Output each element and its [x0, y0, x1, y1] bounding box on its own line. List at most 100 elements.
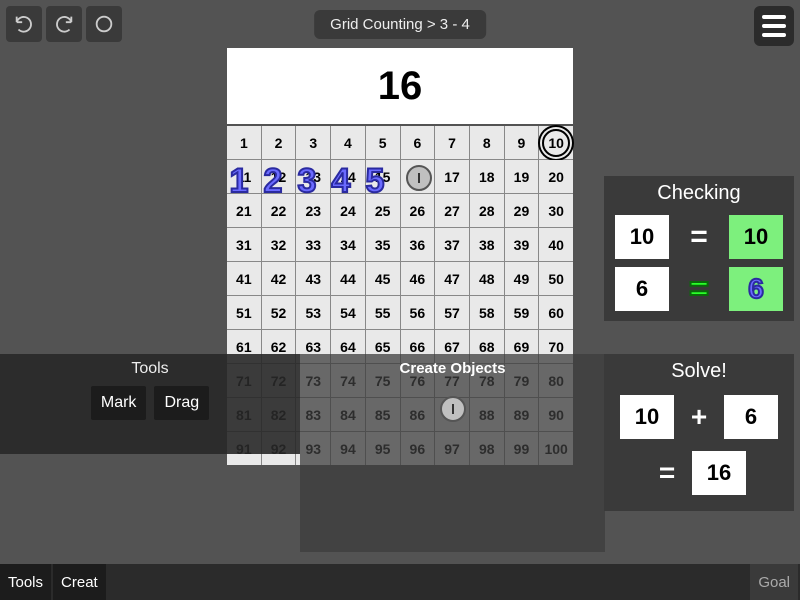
- menu-button[interactable]: [754, 6, 794, 46]
- grid-cell[interactable]: 3: [296, 126, 330, 159]
- grid-cell[interactable]: 46: [401, 262, 435, 295]
- target-number: 16: [227, 48, 573, 124]
- grid-cell[interactable]: 39: [505, 228, 539, 261]
- tools-panel: Tools MarkDrag: [0, 354, 300, 454]
- solve-panel: Solve! 10 + 6 = 16: [604, 354, 794, 511]
- grid-cell[interactable]: 47: [435, 262, 469, 295]
- grid-cell[interactable]: 57: [435, 296, 469, 329]
- grid-cell[interactable]: 36: [401, 228, 435, 261]
- stage: 16 1234567891011121314151617181920212223…: [0, 48, 800, 552]
- undo-icon: [13, 13, 35, 35]
- check-left-value[interactable]: 6: [615, 267, 669, 311]
- grid-cell[interactable]: 10: [539, 126, 573, 159]
- solve-title: Solve!: [604, 354, 794, 389]
- checking-row: 10 = 10: [604, 211, 794, 263]
- tab-tools[interactable]: Tools: [0, 564, 53, 600]
- hamburger-icon: [762, 15, 786, 19]
- grid-cell[interactable]: 1: [227, 126, 261, 159]
- grid-cell[interactable]: 28: [470, 194, 504, 227]
- create-token[interactable]: [440, 396, 466, 422]
- grid-cell[interactable]: 22: [262, 194, 296, 227]
- grid-cell[interactable]: 6: [401, 126, 435, 159]
- tab-goal[interactable]: Goal: [750, 564, 800, 600]
- grid-cell[interactable]: 15: [366, 160, 400, 193]
- grid-cell[interactable]: 27: [435, 194, 469, 227]
- grid-cell[interactable]: 54: [331, 296, 365, 329]
- grid-cell[interactable]: 31: [227, 228, 261, 261]
- grid-cell[interactable]: 11: [227, 160, 261, 193]
- redo-button[interactable]: [46, 6, 82, 42]
- create-objects-title: Create Objects: [300, 360, 605, 377]
- grid-cell[interactable]: 38: [470, 228, 504, 261]
- grid-cell[interactable]: 7: [435, 126, 469, 159]
- grid-cell[interactable]: 14: [331, 160, 365, 193]
- topbar: Grid Counting > 3 - 4: [0, 0, 800, 48]
- checking-title: Checking: [604, 176, 794, 211]
- grid-cell[interactable]: 13: [296, 160, 330, 193]
- grid-cell[interactable]: 4: [331, 126, 365, 159]
- solve-operand-b[interactable]: 6: [724, 395, 778, 439]
- grid-cell[interactable]: 19: [505, 160, 539, 193]
- grid-cell[interactable]: 32: [262, 228, 296, 261]
- reset-button[interactable]: [86, 6, 122, 42]
- redo-icon: [53, 13, 75, 35]
- grid-cell[interactable]: 49: [505, 262, 539, 295]
- grid-cell[interactable]: 34: [331, 228, 365, 261]
- grid-cell[interactable]: 2: [262, 126, 296, 159]
- check-right-value[interactable]: 6: [729, 267, 783, 311]
- solve-result[interactable]: 16: [692, 451, 746, 495]
- solve-operator: +: [684, 401, 714, 433]
- grid-cell[interactable]: 37: [435, 228, 469, 261]
- grid-cell[interactable]: 59: [505, 296, 539, 329]
- grid-cell[interactable]: 55: [366, 296, 400, 329]
- bottombar: ToolsCreat Goal: [0, 564, 800, 600]
- grid-cell[interactable]: 21: [227, 194, 261, 227]
- checking-row: 6 = 6: [604, 263, 794, 315]
- grid-cell[interactable]: 50: [539, 262, 573, 295]
- grid-cell[interactable]: 40: [539, 228, 573, 261]
- tab-creat[interactable]: Creat: [53, 564, 108, 600]
- breadcrumb[interactable]: Grid Counting > 3 - 4: [314, 10, 486, 39]
- grid-cell[interactable]: 5: [366, 126, 400, 159]
- drag-button[interactable]: Drag: [154, 386, 209, 420]
- grid-cell[interactable]: 33: [296, 228, 330, 261]
- create-objects-panel: Create Objects: [300, 354, 605, 552]
- solve-equals: =: [652, 457, 682, 489]
- history-buttons: [6, 6, 122, 42]
- mark-button[interactable]: Mark: [91, 386, 147, 420]
- token-marker[interactable]: [406, 165, 432, 191]
- grid-cell[interactable]: 43: [296, 262, 330, 295]
- grid-cell[interactable]: 23: [296, 194, 330, 227]
- check-right-value[interactable]: 10: [729, 215, 783, 259]
- grid-cell[interactable]: 51: [227, 296, 261, 329]
- grid-cell[interactable]: 20: [539, 160, 573, 193]
- grid-cell[interactable]: 17: [435, 160, 469, 193]
- check-left-value[interactable]: 10: [615, 215, 669, 259]
- grid-cell[interactable]: 29: [505, 194, 539, 227]
- grid-cell[interactable]: 48: [470, 262, 504, 295]
- equals-icon: =: [679, 270, 719, 309]
- grid-cell[interactable]: 30: [539, 194, 573, 227]
- grid-cell[interactable]: 53: [296, 296, 330, 329]
- checking-panel: Checking 10 = 10 6 = 6: [604, 176, 794, 321]
- grid-cell[interactable]: 58: [470, 296, 504, 329]
- grid-cell[interactable]: 45: [366, 262, 400, 295]
- grid-cell[interactable]: 18: [470, 160, 504, 193]
- grid-cell[interactable]: 12: [262, 160, 296, 193]
- grid-cell[interactable]: 44: [331, 262, 365, 295]
- grid-cell[interactable]: 41: [227, 262, 261, 295]
- grid-cell[interactable]: 42: [262, 262, 296, 295]
- grid-cell[interactable]: 26: [401, 194, 435, 227]
- equals-icon: =: [679, 220, 719, 254]
- grid-cell[interactable]: 8: [470, 126, 504, 159]
- circle-icon: [93, 13, 115, 35]
- grid-cell[interactable]: 60: [539, 296, 573, 329]
- grid-cell[interactable]: 56: [401, 296, 435, 329]
- grid-cell[interactable]: 9: [505, 126, 539, 159]
- grid-cell[interactable]: 25: [366, 194, 400, 227]
- grid-cell[interactable]: 24: [331, 194, 365, 227]
- grid-cell[interactable]: 35: [366, 228, 400, 261]
- undo-button[interactable]: [6, 6, 42, 42]
- grid-cell[interactable]: 52: [262, 296, 296, 329]
- solve-operand-a[interactable]: 10: [620, 395, 674, 439]
